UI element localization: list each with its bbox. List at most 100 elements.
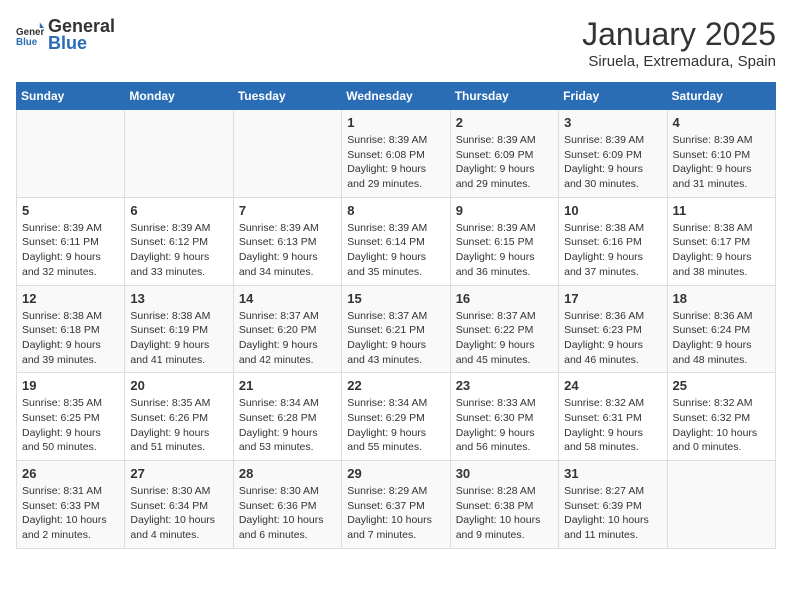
day-info-line: Sunset: 6:29 PM xyxy=(347,412,425,424)
calendar-cell: 20Sunrise: 8:35 AMSunset: 6:26 PMDayligh… xyxy=(125,373,233,461)
day-info-line: Sunset: 6:30 PM xyxy=(456,412,534,424)
day-info-line: Sunset: 6:25 PM xyxy=(22,412,100,424)
day-info-line: Sunset: 6:10 PM xyxy=(673,149,751,161)
calendar-cell: 25 Sunrise: 8:32 AMSunset: 6:32 PMDayligh… xyxy=(667,373,775,461)
day-info-line: Daylight: 9 hours and 35 minutes. xyxy=(347,251,426,278)
day-info-line: Sunset: 6:39 PM xyxy=(564,500,642,512)
calendar-cell: 30Sunrise: 8:28 AMSunset: 6:38 PMDayligh… xyxy=(450,461,558,549)
day-info: Sunrise: 8:33 AMSunset: 6:30 PMDaylight:… xyxy=(456,396,553,455)
calendar-week-row: 5 Sunrise: 8:39 AM Sunset: 6:11 PM Daylight… xyxy=(17,197,776,285)
calendar-week-row: 1Sunrise: 8:39 AMSunset: 6:08 PMDaylight… xyxy=(17,110,776,198)
day-number: 3 xyxy=(564,115,661,130)
day-number: 22 xyxy=(347,378,444,393)
day-number: 19 xyxy=(22,378,119,393)
weekday-header-wednesday: Wednesday xyxy=(342,83,450,110)
day-number: 23 xyxy=(456,378,553,393)
day-info-line: Daylight: 10 hours and 2 minutes. xyxy=(22,514,107,541)
calendar-cell: 13Sunrise: 8:38 AMSunset: 6:19 PMDayligh… xyxy=(125,285,233,373)
day-info-line: Sunset: 6:16 PM xyxy=(564,236,642,248)
day-number: 28 xyxy=(239,466,336,481)
day-info-line: Daylight: 9 hours and 34 minutes. xyxy=(239,251,318,278)
day-number: 5 xyxy=(22,203,119,218)
day-info-line: Daylight: 9 hours and 29 minutes. xyxy=(347,163,426,190)
day-info: Sunrise: 8:27 AMSunset: 6:39 PMDaylight:… xyxy=(564,484,661,543)
day-info: Sunrise: 8:36 AMSunset: 6:23 PMDaylight:… xyxy=(564,309,661,368)
day-number: 10 xyxy=(564,203,661,218)
day-number: 7 xyxy=(239,203,336,218)
calendar-cell: 6Sunrise: 8:39 AMSunset: 6:12 PMDaylight… xyxy=(125,197,233,285)
day-info: Sunrise: 8:39 AM Sunset: 6:13 PM Daylight:… xyxy=(239,221,336,280)
day-info: Sunrise: 8:37 AMSunset: 6:21 PMDaylight:… xyxy=(347,309,444,368)
day-info-line: Sunrise: 8:39 AM xyxy=(456,222,536,234)
day-info-line: Sunset: 6:19 PM xyxy=(130,324,208,336)
day-info: Sunrise: 8:37 AMSunset: 6:22 PMDaylight:… xyxy=(456,309,553,368)
day-number: 9 xyxy=(456,203,553,218)
day-info-line: Sunrise: 8:34 AM xyxy=(239,397,319,409)
calendar-cell: 9 Sunrise: 8:39 AM Sunset: 6:15 PM Daylight… xyxy=(450,197,558,285)
day-info: Sunrise: 8:35 AMSunset: 6:25 PMDaylight:… xyxy=(22,396,119,455)
logo-icon: General Blue xyxy=(16,21,44,49)
day-info-line: Daylight: 9 hours and 46 minutes. xyxy=(564,339,643,366)
day-info-line: Sunrise: 8:39 AM xyxy=(239,222,319,234)
day-info-line: Sunrise: 8:32 AM xyxy=(564,397,644,409)
day-info-line: Daylight: 9 hours and 32 minutes. xyxy=(22,251,101,278)
day-info-line: Sunset: 6:33 PM xyxy=(22,500,100,512)
calendar-cell: 19 Sunrise: 8:35 AMSunset: 6:25 PMDayligh… xyxy=(17,373,125,461)
calendar-cell xyxy=(125,110,233,198)
day-info: Sunrise: 8:37 AMSunset: 6:20 PMDaylight:… xyxy=(239,309,336,368)
day-info: Sunrise: 8:38 AMSunset: 6:17 PMDaylight:… xyxy=(673,221,770,280)
calendar-cell: 23 Sunrise: 8:33 AMSunset: 6:30 PMDayligh… xyxy=(450,373,558,461)
day-info-line: Daylight: 9 hours and 39 minutes. xyxy=(22,339,101,366)
calendar-table: SundayMondayTuesdayWednesdayThursdayFrid… xyxy=(16,82,776,549)
day-info-line: Sunrise: 8:38 AM xyxy=(130,310,210,322)
day-info-line: Daylight: 9 hours and 36 minutes. xyxy=(456,251,535,278)
day-info-line: Daylight: 9 hours and 37 minutes. xyxy=(564,251,643,278)
day-info-line: Sunset: 6:08 PM xyxy=(347,149,425,161)
day-info: Sunrise: 8:38 AMSunset: 6:16 PMDaylight:… xyxy=(564,221,661,280)
calendar-cell: 11Sunrise: 8:38 AMSunset: 6:17 PMDayligh… xyxy=(667,197,775,285)
day-info-line: Daylight: 10 hours and 7 minutes. xyxy=(347,514,432,541)
day-number: 25 xyxy=(673,378,770,393)
day-info-line: Sunrise: 8:39 AM xyxy=(456,134,536,146)
day-info-line: Sunset: 6:20 PM xyxy=(239,324,317,336)
day-info-line: Sunrise: 8:36 AM xyxy=(673,310,753,322)
day-info: Sunrise: 8:30 AMSunset: 6:34 PMDaylight:… xyxy=(130,484,227,543)
day-info-line: Sunrise: 8:39 AM xyxy=(347,134,427,146)
day-info-line: Sunset: 6:15 PM xyxy=(456,236,534,248)
weekday-header-row: SundayMondayTuesdayWednesdayThursdayFrid… xyxy=(17,83,776,110)
day-info-line: Sunset: 6:12 PM xyxy=(130,236,208,248)
day-info-line: Sunset: 6:11 PM xyxy=(22,236,99,248)
weekday-header-friday: Friday xyxy=(559,83,667,110)
day-info-line: Sunrise: 8:28 AM xyxy=(456,485,536,497)
calendar-cell: 1Sunrise: 8:39 AMSunset: 6:08 PMDaylight… xyxy=(342,110,450,198)
day-info-line: Sunrise: 8:37 AM xyxy=(456,310,536,322)
day-info-line: Sunset: 6:37 PM xyxy=(347,500,425,512)
day-number: 4 xyxy=(673,115,770,130)
day-info-line: Daylight: 9 hours and 42 minutes. xyxy=(239,339,318,366)
day-info: Sunrise: 8:32 AMSunset: 6:31 PMDaylight:… xyxy=(564,396,661,455)
day-info: Sunrise: 8:32 AMSunset: 6:32 PMDaylight:… xyxy=(673,396,770,455)
svg-text:Blue: Blue xyxy=(16,36,38,47)
day-info: Sunrise: 8:39 AMSunset: 6:09 PMDaylight:… xyxy=(564,133,661,192)
day-info-line: Daylight: 9 hours and 41 minutes. xyxy=(130,339,209,366)
day-info: Sunrise: 8:39 AMSunset: 6:12 PMDaylight:… xyxy=(130,221,227,280)
calendar-cell: 21Sunrise: 8:34 AMSunset: 6:28 PMDayligh… xyxy=(233,373,341,461)
calendar-cell: 3 Sunrise: 8:39 AMSunset: 6:09 PMDaylight… xyxy=(559,110,667,198)
calendar-cell xyxy=(17,110,125,198)
day-number: 16 xyxy=(456,291,553,306)
day-number: 27 xyxy=(130,466,227,481)
day-info: Sunrise: 8:34 AMSunset: 6:29 PMDaylight:… xyxy=(347,396,444,455)
calendar-cell: 8Sunrise: 8:39 AMSunset: 6:14 PMDaylight… xyxy=(342,197,450,285)
calendar-cell: 17Sunrise: 8:36 AMSunset: 6:23 PMDayligh… xyxy=(559,285,667,373)
day-info-line: Sunrise: 8:38 AM xyxy=(22,310,102,322)
calendar-cell: 29Sunrise: 8:29 AMSunset: 6:37 PMDayligh… xyxy=(342,461,450,549)
calendar-cell: 26Sunrise: 8:31 AMSunset: 6:33 PMDayligh… xyxy=(17,461,125,549)
day-number: 12 xyxy=(22,291,119,306)
day-info: Sunrise: 8:29 AMSunset: 6:37 PMDaylight:… xyxy=(347,484,444,543)
day-info-line: Sunset: 6:13 PM xyxy=(239,236,317,248)
calendar-cell: 28Sunrise: 8:30 AMSunset: 6:36 PMDayligh… xyxy=(233,461,341,549)
day-info-line: Daylight: 9 hours and 33 minutes. xyxy=(130,251,209,278)
calendar-cell: 12Sunrise: 8:38 AMSunset: 6:18 PMDayligh… xyxy=(17,285,125,373)
day-number: 21 xyxy=(239,378,336,393)
day-number: 24 xyxy=(564,378,661,393)
